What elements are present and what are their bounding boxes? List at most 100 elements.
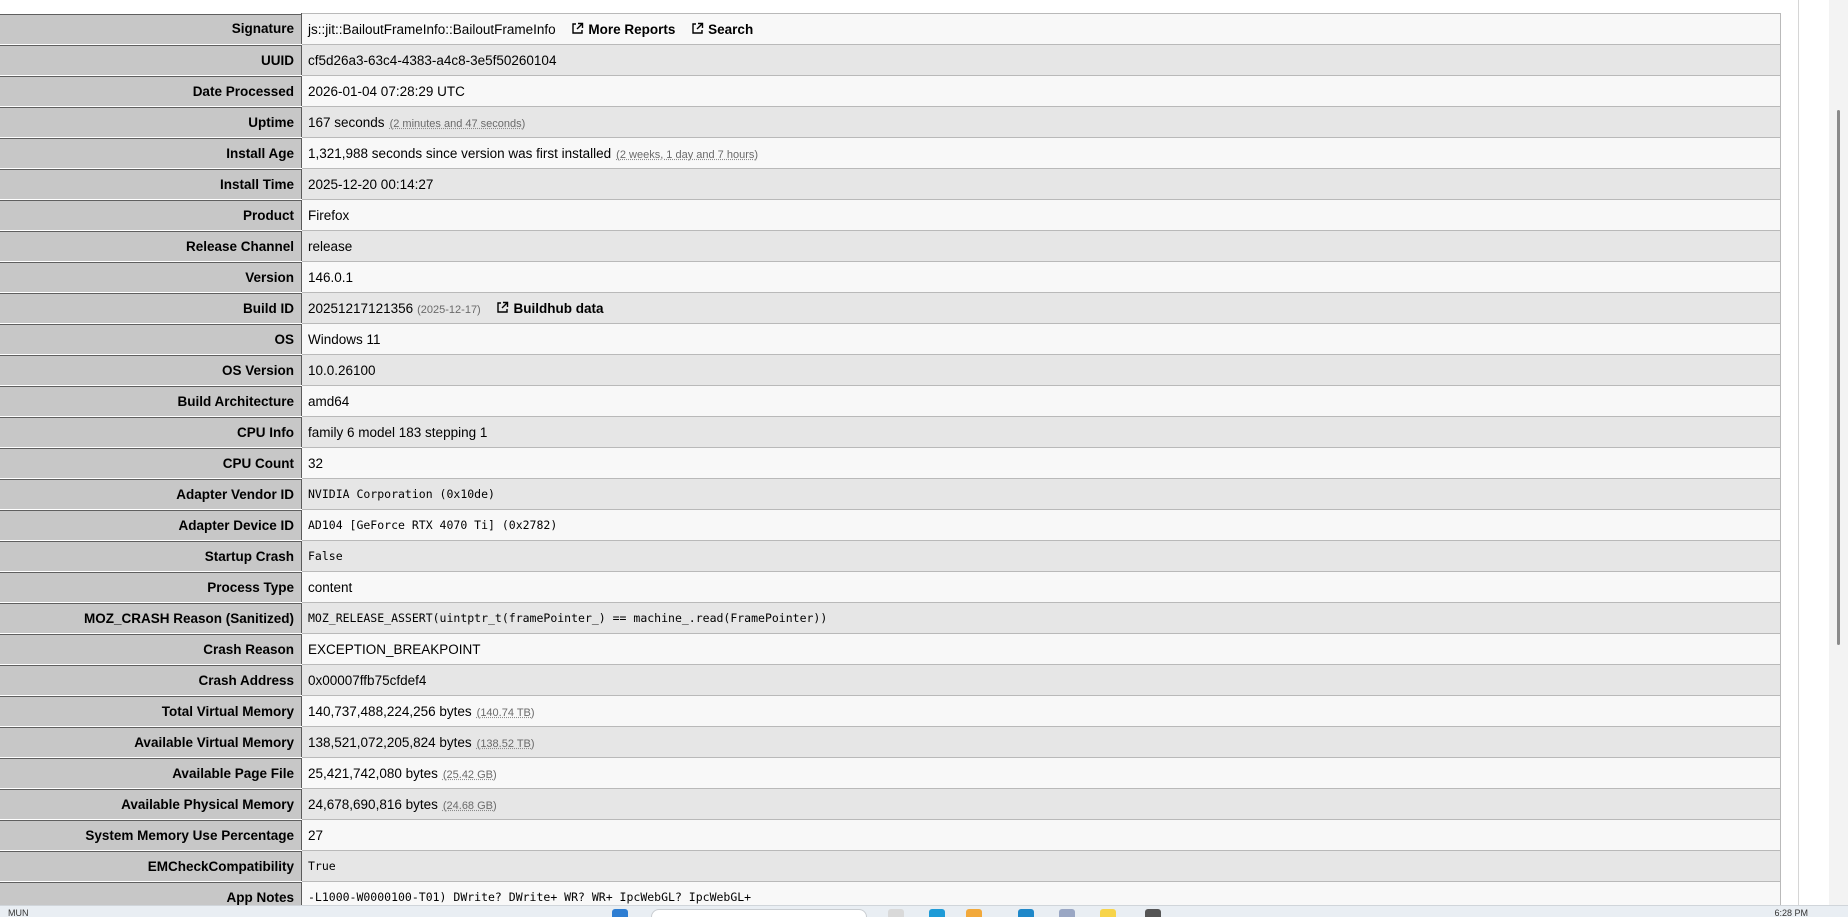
scrollbar-thumb[interactable] (1837, 110, 1840, 645)
row-value: release (301, 230, 1781, 262)
row-label: Build Architecture (0, 385, 302, 417)
row-label: CPU Info (0, 416, 302, 448)
external-link-icon (692, 22, 704, 34)
row-label: MOZ_CRASH Reason (Sanitized) (0, 602, 302, 634)
row-crash-reason: Crash Reason EXCEPTION_BREAKPOINT (0, 633, 1781, 665)
row-label: System Memory Use Percentage (0, 819, 302, 851)
row-label: Total Virtual Memory (0, 695, 302, 727)
row-value: False (301, 540, 1781, 572)
row-cpu-info: CPU Info family 6 model 183 stepping 1 (0, 416, 1781, 448)
row-os: OS Windows 11 (0, 323, 1781, 355)
row-signature: Signature js::jit::BailoutFrameInfo::Bai… (0, 13, 1781, 45)
buildhub-label: Buildhub data (513, 300, 604, 316)
search-link[interactable]: Search (691, 22, 753, 37)
signature-value[interactable]: js::jit::BailoutFrameInfo::BailoutFrameI… (308, 22, 556, 37)
row-product: Product Firefox (0, 199, 1781, 231)
available-physical-memory-human: (24.68 GB) (442, 799, 497, 812)
row-value: 138,521,072,205,824 bytes (138.52 TB) (301, 726, 1781, 758)
row-adapter-device-id: Adapter Device ID AD104 [GeForce RTX 407… (0, 509, 1781, 541)
row-label: Crash Reason (0, 633, 302, 665)
row-available-physical-memory: Available Physical Memory 24,678,690,816… (0, 788, 1781, 820)
row-value: 1,321,988 seconds since version was firs… (301, 137, 1781, 169)
row-total-virtual-memory: Total Virtual Memory 140,737,488,224,256… (0, 695, 1781, 727)
row-value: js::jit::BailoutFrameInfo::BailoutFrameI… (301, 13, 1781, 45)
row-available-virtual-memory: Available Virtual Memory 138,521,072,205… (0, 726, 1781, 758)
available-virtual-memory-bytes: 138,521,072,205,824 bytes (308, 734, 472, 750)
row-install-age: Install Age 1,321,988 seconds since vers… (0, 137, 1781, 169)
row-crash-address: Crash Address 0x00007ffb75cfdef4 (0, 664, 1781, 696)
row-label: Crash Address (0, 664, 302, 696)
row-value: 10.0.26100 (301, 354, 1781, 386)
row-release-channel: Release Channel release (0, 230, 1781, 262)
total-virtual-memory-human: (140.74 TB) (476, 706, 535, 719)
row-value: content (301, 571, 1781, 603)
row-value: 27 (301, 819, 1781, 851)
row-label: Release Channel (0, 230, 302, 262)
row-value: AD104 [GeForce RTX 4070 Ti] (0x2782) (301, 509, 1781, 541)
row-uuid: UUID cf5d26a3-63c4-4383-a4c8-3e5f5026010… (0, 44, 1781, 76)
search-label: Search (708, 21, 754, 37)
build-id-value: 20251217121356 (308, 300, 414, 316)
row-cpu-count: CPU Count 32 (0, 447, 1781, 479)
row-value: NVIDIA Corporation (0x10de) (301, 478, 1781, 510)
row-label: Adapter Vendor ID (0, 478, 302, 510)
row-available-page-file: Available Page File 25,421,742,080 bytes… (0, 757, 1781, 789)
row-value: family 6 model 183 stepping 1 (301, 416, 1781, 448)
row-value: 32 (301, 447, 1781, 479)
row-value: 140,737,488,224,256 bytes (140.74 TB) (301, 695, 1781, 727)
row-label: Available Physical Memory (0, 788, 302, 820)
row-value: 20251217121356 (2025-12-17) Buildhub data (301, 292, 1781, 324)
row-value: 167 seconds (2 minutes and 47 seconds) (301, 106, 1781, 138)
external-link-icon (497, 301, 509, 313)
row-label: OS Version (0, 354, 302, 386)
buildhub-link[interactable]: Buildhub data (496, 301, 603, 316)
row-value: 146.0.1 (301, 261, 1781, 293)
vertical-scrollbar[interactable] (1829, 0, 1848, 905)
row-label: Process Type (0, 571, 302, 603)
row-value: 2025-12-20 00:14:27 (301, 168, 1781, 200)
row-value: cf5d26a3-63c4-4383-a4c8-3e5f50260104 (301, 44, 1781, 76)
report-panel: Signature js::jit::BailoutFrameInfo::Bai… (0, 0, 1799, 916)
row-value: MOZ_RELEASE_ASSERT(uintptr_t(framePointe… (301, 602, 1781, 634)
install-age-seconds: 1,321,988 seconds since version was firs… (308, 145, 612, 161)
row-label: EMCheckCompatibility (0, 850, 302, 882)
row-date-processed: Date Processed 2026-01-04 07:28:29 UTC (0, 75, 1781, 107)
row-value: Firefox (301, 199, 1781, 231)
more-reports-label: More Reports (588, 21, 676, 37)
row-system-memory-use: System Memory Use Percentage 27 (0, 819, 1781, 851)
taskbar: MUN 6:28 PM (0, 905, 1848, 917)
available-page-file-human: (25.42 GB) (442, 768, 497, 781)
row-value: 24,678,690,816 bytes (24.68 GB) (301, 788, 1781, 820)
available-virtual-memory-human: (138.52 TB) (476, 737, 535, 750)
row-value: Windows 11 (301, 323, 1781, 355)
row-value: EXCEPTION_BREAKPOINT (301, 633, 1781, 665)
row-startup-crash: Startup Crash False (0, 540, 1781, 572)
available-physical-memory-bytes: 24,678,690,816 bytes (308, 796, 438, 812)
row-label: Uptime (0, 106, 302, 138)
row-value: 0x00007ffb75cfdef4 (301, 664, 1781, 696)
row-label: Startup Crash (0, 540, 302, 572)
row-label: Signature (0, 13, 302, 45)
install-age-human: (2 weeks, 1 day and 7 hours) (616, 148, 759, 161)
row-label: Date Processed (0, 75, 302, 107)
row-label: Install Time (0, 168, 302, 200)
row-label: Build ID (0, 292, 302, 324)
row-label: Adapter Device ID (0, 509, 302, 541)
uptime-seconds: 167 seconds (308, 114, 385, 130)
uptime-human: (2 minutes and 47 seconds) (389, 117, 526, 130)
row-build-architecture: Build Architecture amd64 (0, 385, 1781, 417)
row-label: Available Virtual Memory (0, 726, 302, 758)
row-value: 2026-01-04 07:28:29 UTC (301, 75, 1781, 107)
row-value: 25,421,742,080 bytes (25.42 GB) (301, 757, 1781, 789)
row-os-version: OS Version 10.0.26100 (0, 354, 1781, 386)
more-reports-link[interactable]: More Reports (571, 22, 675, 37)
build-date: (2025-12-17) (417, 303, 481, 316)
row-uptime: Uptime 167 seconds (2 minutes and 47 seco… (0, 106, 1781, 138)
row-label: CPU Count (0, 447, 302, 479)
row-emcheckcompatibility: EMCheckCompatibility True (0, 850, 1781, 882)
row-value: amd64 (301, 385, 1781, 417)
row-adapter-vendor-id: Adapter Vendor ID NVIDIA Corporation (0x… (0, 478, 1781, 510)
row-label: Available Page File (0, 757, 302, 789)
row-label: OS (0, 323, 302, 355)
available-page-file-bytes: 25,421,742,080 bytes (308, 765, 438, 781)
